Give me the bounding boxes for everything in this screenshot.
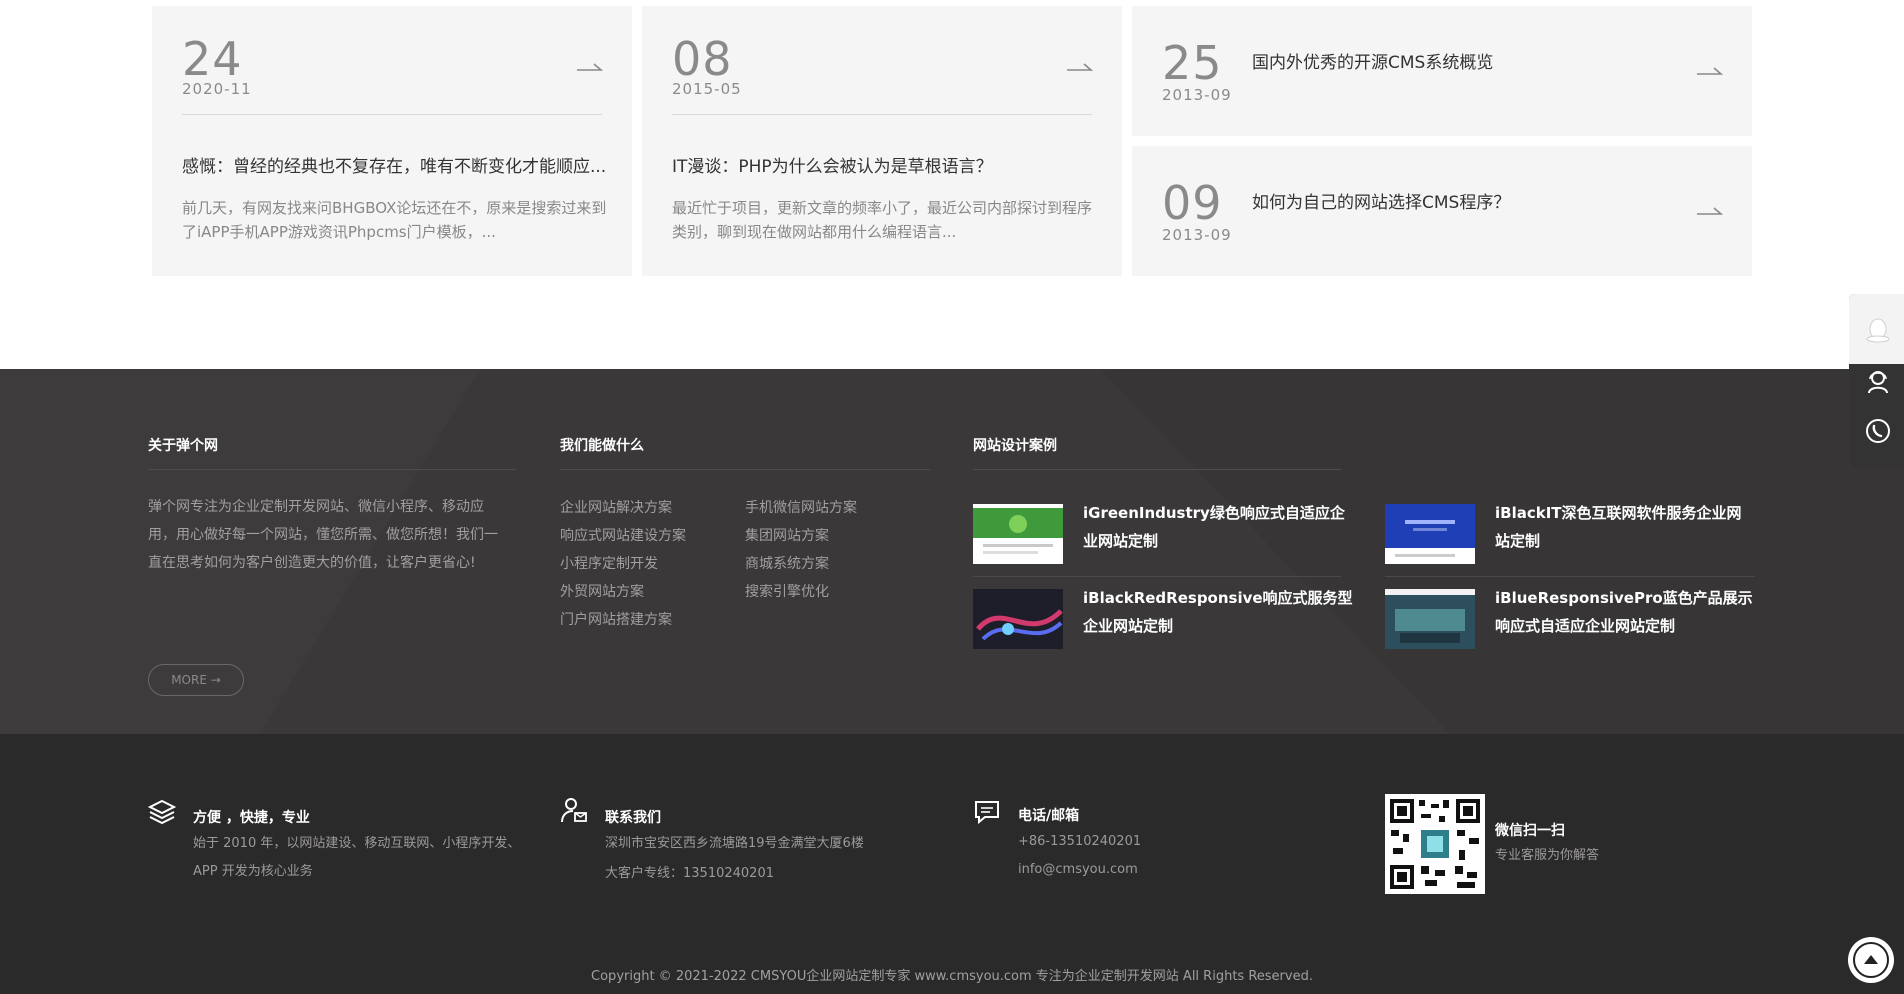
back-to-top-icon xyxy=(1853,942,1889,978)
about-heading: 关于弹个网 xyxy=(148,438,218,454)
heading-divider xyxy=(148,469,516,470)
case-thumbnail[interactable] xyxy=(1385,589,1475,649)
wechat-qr-code xyxy=(1385,794,1485,894)
copyright-text: Copyright © 2021-2022 CMSYOU企业网站定制专家 www… xyxy=(591,969,1313,984)
news-day: 08 xyxy=(672,32,733,86)
news-date: 2013-09 xyxy=(1162,86,1232,104)
card-divider xyxy=(182,114,602,115)
features-text: APP 开发为核心业务 xyxy=(193,864,313,879)
features-title: 方便 ，快捷，专业 xyxy=(193,810,310,826)
service-link[interactable]: 外贸网站方案 xyxy=(560,581,644,601)
heading-divider xyxy=(973,469,1341,470)
phone-icon[interactable] xyxy=(1865,418,1891,444)
service-link[interactable]: 响应式网站建设方案 xyxy=(560,525,686,545)
news-list-item[interactable]: 09 2013-09 如何为自己的网站选择CMS程序？ xyxy=(1132,146,1752,276)
case-thumbnail[interactable] xyxy=(973,504,1063,564)
footer-links-section: 关于弹个网 弹个网专注为企业定制开发网站、微信小程序、移动应用，用心做好每一个网… xyxy=(0,369,1904,734)
service-link[interactable]: 手机微信网站方案 xyxy=(745,497,857,517)
news-title[interactable]: IT漫谈：PHP为什么会被认为是草根语言？ xyxy=(672,152,1102,177)
news-day: 24 xyxy=(182,32,243,86)
wechat-title: 微信扫一扫 xyxy=(1495,823,1565,839)
news-title[interactable]: 如何为自己的网站选择CMS程序？ xyxy=(1252,188,1672,213)
chat-icon xyxy=(975,801,999,825)
service-link[interactable]: 企业网站解决方案 xyxy=(560,497,672,517)
layers-icon xyxy=(148,799,176,825)
case-divider xyxy=(1385,576,1755,577)
news-list-item[interactable]: 25 2013-09 国内外优秀的开源CMS系统概览 xyxy=(1132,6,1752,136)
card-divider xyxy=(672,114,1092,115)
case-title[interactable]: iBlackRedResponsive响应式服务型企业网站定制 xyxy=(1083,584,1353,640)
user-mail-icon xyxy=(561,798,587,823)
footer-contact-section: 方便 ，快捷，专业 始于 2010 年，以网站建设、移动互联网、小程序开发、 A… xyxy=(0,734,1904,994)
services-heading: 我们能做什么 xyxy=(560,438,644,454)
service-link[interactable]: 集团网站方案 xyxy=(745,525,829,545)
news-title[interactable]: 国内外优秀的开源CMS系统概览 xyxy=(1252,48,1672,73)
contact-title: 联系我们 xyxy=(605,810,661,826)
email-address[interactable]: info@cmsyou.com xyxy=(1018,856,1138,884)
arrow-right-icon[interactable] xyxy=(577,62,603,72)
news-date: 2013-09 xyxy=(1162,226,1232,244)
page: 24 2020-11 感慨：曾经的经典也不复存在，唯有不断变化才能顺应... 前… xyxy=(0,0,1904,994)
news-title[interactable]: 感慨：曾经的经典也不复存在，唯有不断变化才能顺应... xyxy=(182,152,612,177)
contact-hotline: 大客户专线：13510240201 xyxy=(605,866,774,881)
case-thumbnail[interactable] xyxy=(1385,504,1475,564)
news-date: 2015-05 xyxy=(672,80,742,98)
news-day: 25 xyxy=(1162,36,1223,90)
service-link[interactable]: 搜索引擎优化 xyxy=(745,581,829,601)
heading-divider xyxy=(560,469,930,470)
case-title[interactable]: iBlueResponsivePro蓝色产品展示响应式自适应企业网站定制 xyxy=(1495,584,1755,640)
qq-icon xyxy=(1866,318,1890,343)
news-excerpt: 最近忙于项目，更新文章的频率小了，最近公司内部探讨到程序类别，聊到现在做网站都用… xyxy=(672,199,1093,241)
case-thumbnail[interactable] xyxy=(973,589,1063,649)
case-title[interactable]: iBlackIT深色互联网软件服务企业网站定制 xyxy=(1495,499,1755,555)
about-text: 弹个网专注为企业定制开发网站、微信小程序、移动应用，用心做好每一个网站，懂您所需… xyxy=(148,499,498,571)
features-text: 始于 2010 年，以网站建设、移动互联网、小程序开发、 xyxy=(193,836,521,851)
customer-service-icon[interactable] xyxy=(1865,368,1891,394)
case-title[interactable]: iGreenIndustry绿色响应式自适应企业网站定制 xyxy=(1083,499,1353,555)
arrow-right-icon[interactable] xyxy=(1697,206,1723,216)
news-date: 2020-11 xyxy=(182,80,252,98)
service-link[interactable]: 小程序定制开发 xyxy=(560,553,658,573)
news-excerpt: 前几天，有网友找来问BHGBOX论坛还在不，原来是搜索过来到了iAPP手机APP… xyxy=(182,199,607,241)
phone-title: 电话/邮箱 xyxy=(1018,808,1080,824)
cases-heading: 网站设计案例 xyxy=(973,438,1057,454)
more-button[interactable]: MORE → xyxy=(148,664,244,696)
service-link[interactable]: 门户网站搭建方案 xyxy=(560,609,672,629)
back-to-top-button[interactable] xyxy=(1848,937,1894,983)
news-day: 09 xyxy=(1162,176,1223,230)
arrow-right-icon[interactable] xyxy=(1697,66,1723,76)
arrow-right-icon[interactable] xyxy=(1067,62,1093,72)
qq-button[interactable] xyxy=(1849,294,1904,364)
case-divider xyxy=(973,576,1341,577)
contact-address: 深圳市宝安区西乡流塘路19号金满堂大厦6楼 xyxy=(605,836,864,851)
service-link[interactable]: 商城系统方案 xyxy=(745,553,829,573)
phone-number[interactable]: +86-13510240201 xyxy=(1018,828,1141,856)
floating-service-bar xyxy=(1849,294,1904,467)
news-card[interactable]: 08 2015-05 IT漫谈：PHP为什么会被认为是草根语言？ 最近忙于项目，… xyxy=(642,6,1122,276)
news-card[interactable]: 24 2020-11 感慨：曾经的经典也不复存在，唯有不断变化才能顺应... 前… xyxy=(152,6,632,276)
wechat-subtitle: 专业客服为你解答 xyxy=(1495,848,1600,863)
